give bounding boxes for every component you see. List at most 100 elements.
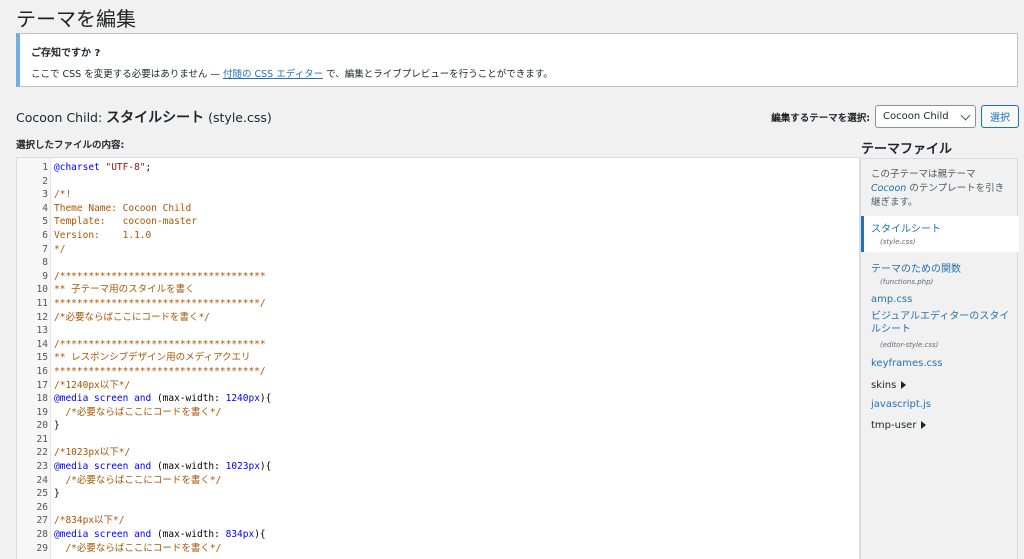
line-code: } — [48, 487, 60, 501]
css-editor-link[interactable]: 付随の CSS エディター — [223, 69, 323, 80]
line-code: /*必要ならばここにコードを書く*/ — [48, 542, 221, 556]
line-code: ************************************/ — [48, 297, 266, 311]
line-number: 7 — [42, 243, 48, 255]
code-token: Theme Name: Cocoon Child — [54, 202, 192, 214]
file-editor-style-css[interactable]: ビジュアルエディターのスタイルシート (editor-style.css) — [871, 310, 1017, 352]
line-code: Theme Name: Cocoon Child — [48, 202, 191, 216]
code-token: /*834px以下*/ — [54, 515, 125, 527]
line-code: Template: cocoon-master — [48, 215, 197, 229]
code-line: 20} — [17, 419, 859, 433]
theme-select[interactable]: Cocoon Child — [875, 105, 976, 128]
file-style-css[interactable]: スタイルシート (style.css) — [861, 216, 1019, 252]
line-code: ************************************/ — [48, 365, 266, 379]
code-line: 7 */ — [17, 243, 859, 257]
code-token: /*必要ならばここにコードを書く*/ — [54, 474, 222, 486]
file-name: (style.css) — [204, 110, 272, 125]
code-line: 11 ************************************/ — [17, 297, 859, 311]
notice-text: ここで CSS を変更する必要はありません — 付随の CSS エディター で、… — [31, 66, 553, 80]
line-code: /************************************ — [48, 270, 266, 284]
file-functions-php[interactable]: テーマのための関数 (functions.php) — [871, 260, 961, 286]
code-token: ** 子テーマ用のスタイルを書く — [54, 284, 195, 296]
line-number: 6 — [42, 229, 48, 241]
code-token: (max-width: — [156, 461, 226, 473]
code-line: 23 @media screen and (max-width: 1023px){ — [17, 460, 859, 474]
expand-arrow-icon — [921, 421, 927, 429]
code-token: 834px — [225, 529, 255, 541]
code-line: 13 — [17, 324, 859, 338]
code-line: 29 /*必要ならばここにコードを書く*/ — [17, 542, 859, 556]
file-amp-css[interactable]: amp.css — [871, 294, 912, 305]
line-code: /************************************ — [48, 338, 266, 352]
code-token: /*1023px以下*/ — [54, 447, 131, 459]
code-token: ; — [145, 162, 152, 173]
folder-tmp-user[interactable]: tmp-user — [871, 420, 927, 431]
code-line: 17 /*1240px以下*/ — [17, 379, 859, 393]
line-code: @media screen and (max-width: 1023px){ — [48, 460, 271, 474]
code-line: 12 /*必要ならばここにコードを書く*/ — [17, 311, 859, 325]
line-number: 21 — [36, 433, 48, 445]
code-line: 1 @charset "UTF-8"; — [17, 161, 859, 175]
file-keyframes-css[interactable]: keyframes.css — [871, 358, 942, 369]
line-code: @charset "UTF-8"; — [48, 161, 151, 175]
code-token: } — [54, 488, 60, 500]
line-number: 22 — [36, 447, 48, 459]
line-code: Version: 1.1.0 — [48, 229, 151, 243]
code-token: */ — [54, 243, 66, 255]
code-line: 6 Version: 1.1.0 — [17, 229, 859, 243]
theme-files-sidebar: テーマファイル この子テーマは親テーマ Cocoon のテンプレートを引き継ぎます… — [860, 135, 1024, 559]
line-number: 5 — [42, 216, 48, 228]
file-title: スタイルシート — [106, 110, 205, 126]
code-token: @media screen and — [54, 461, 157, 473]
code-line: 25} — [17, 487, 859, 501]
expand-arrow-icon — [901, 381, 907, 389]
code-token: 1023px — [225, 461, 260, 473]
theme-select-value: Cocoon Child — [883, 111, 949, 122]
theme-select-area: 編集するテーマを選択: Cocoon Child 選択 — [771, 105, 1019, 128]
line-code: */ — [48, 243, 65, 257]
code-token: /************************************ — [54, 270, 266, 282]
line-number: 28 — [36, 529, 48, 541]
code-token: @media screen and — [54, 529, 157, 541]
line-number: 2 — [42, 175, 48, 187]
line-number: 20 — [36, 420, 48, 432]
code-line: 21 — [17, 433, 859, 447]
theme-files-title: テーマファイル — [861, 142, 953, 157]
code-line: 26 — [17, 501, 859, 515]
code-token: /*必要ならばここにコードを書く*/ — [54, 311, 210, 323]
code-token: /*1240px以下*/ — [54, 379, 131, 391]
line-code: /*834px以下*/ — [48, 514, 124, 528]
code-editor[interactable]: 1 @charset "UTF-8"; 2 3/*! 4 Theme Name: Coco… — [16, 157, 860, 559]
code-token: @charset — [54, 162, 106, 173]
info-notice: ご存知ですか ? ここで CSS を変更する必要はありません — 付随の CSS… — [16, 33, 1018, 87]
line-number: 1 — [42, 162, 48, 173]
code-lines[interactable]: 1 @charset "UTF-8"; 2 3/*! 4 Theme Name: Coco… — [17, 161, 859, 555]
code-token: /*! — [54, 189, 72, 201]
code-line: 16 ************************************/ — [17, 365, 859, 379]
line-number: 13 — [36, 325, 48, 337]
file-functions-php-sub: (functions.php) — [880, 278, 934, 286]
line-code: @media screen and (max-width: 1240px){ — [48, 392, 271, 406]
folder-skins[interactable]: skins — [871, 380, 907, 391]
code-line: 18 @media screen and (max-width: 1240px){ — [17, 392, 859, 406]
line-number: 18 — [36, 393, 48, 405]
file-javascript-js[interactable]: javascript.js — [871, 399, 931, 410]
line-code: } — [48, 419, 60, 433]
code-token: 1240px — [225, 393, 260, 405]
page-title: テーマを編集 — [16, 7, 136, 31]
notice-text-before: ここで CSS を変更する必要はありません — — [31, 69, 223, 80]
file-style-css-label: スタイルシート — [871, 224, 941, 235]
code-line: 15 ** レスポンシブデザイン用のメディアクエリ — [17, 351, 859, 365]
code-token: ************************************/ — [54, 297, 266, 309]
code-token: ************************************/ — [54, 365, 266, 377]
theme-name: Cocoon Child: — [16, 110, 107, 125]
line-number: 10 — [36, 284, 48, 296]
line-code: /*必要ならばここにコードを書く*/ — [48, 311, 210, 325]
code-line: 28 @media screen and (max-width: 834px){ — [17, 528, 859, 542]
child-theme-description: この子テーマは親テーマ Cocoon のテンプレートを引き継ぎます。 — [871, 168, 1011, 210]
line-code: /*必要ならばここにコードを書く*/ — [48, 406, 221, 420]
folder-skins-label: skins — [871, 380, 897, 391]
select-theme-button[interactable]: 選択 — [981, 105, 1019, 128]
code-token: ){ — [259, 393, 272, 405]
line-number: 11 — [36, 297, 48, 309]
line-number: 14 — [36, 338, 48, 350]
